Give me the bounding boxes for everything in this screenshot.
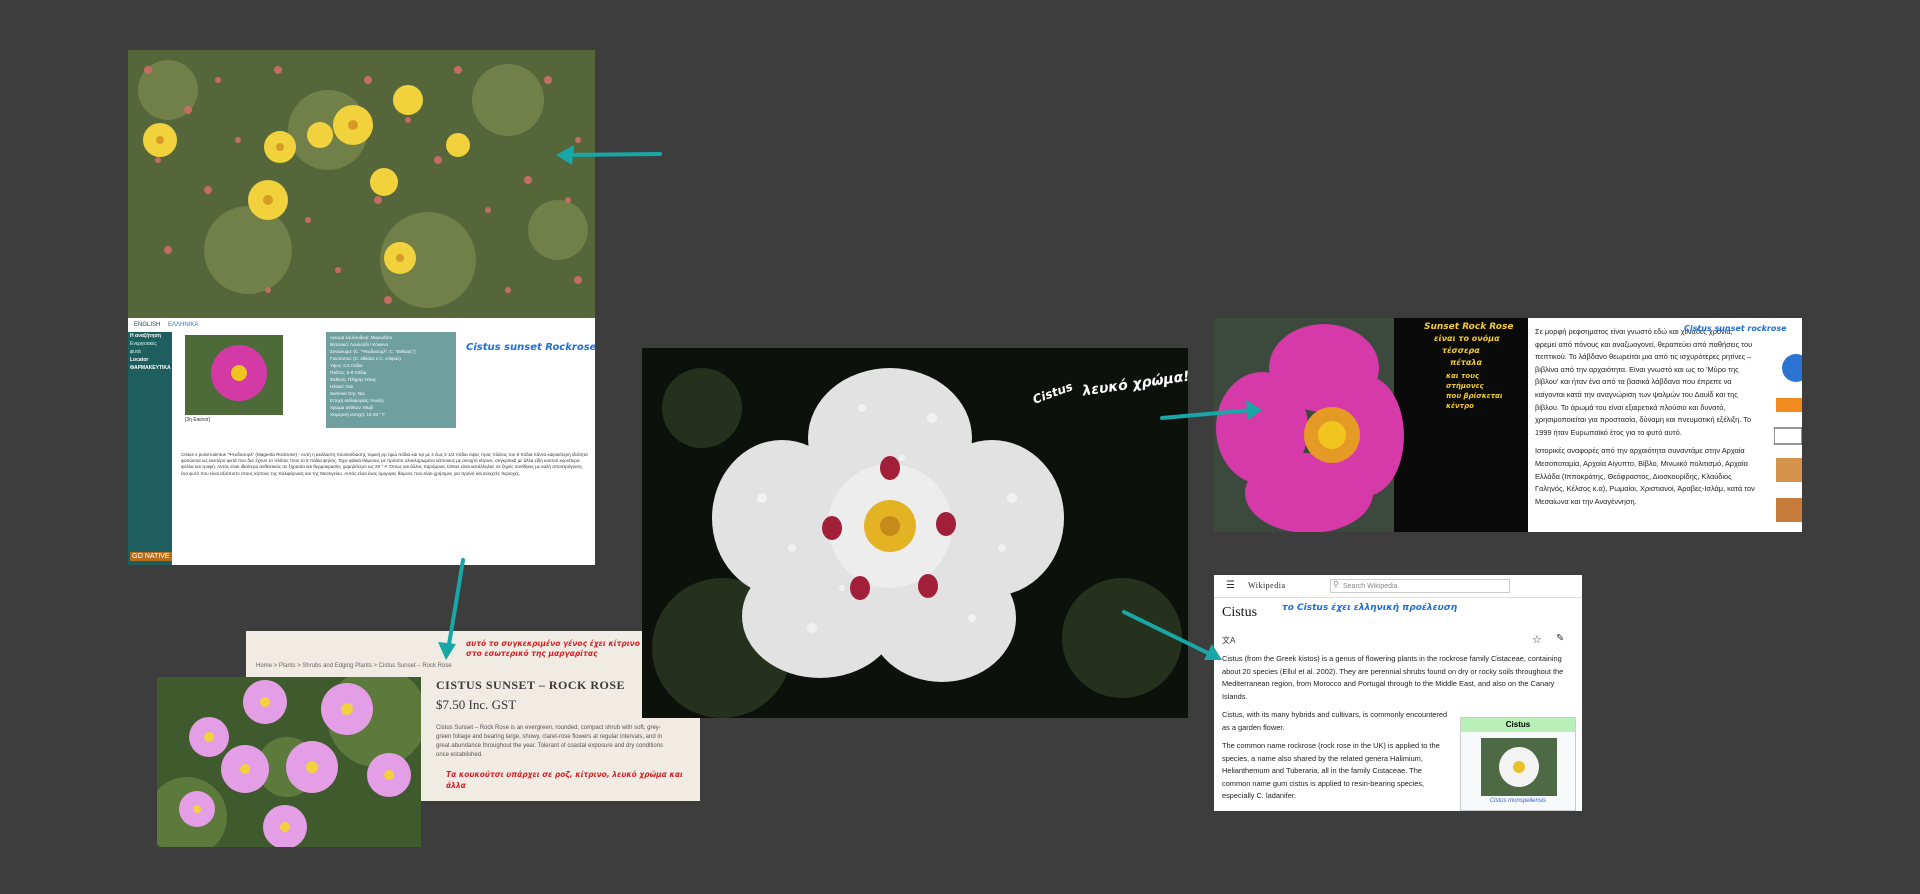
arrow-head [438, 642, 456, 660]
arrow-head [1246, 400, 1262, 420]
annotation-arrows [438, 145, 1262, 660]
arrow-head [556, 145, 574, 165]
arrow-to-panel1 [563, 152, 662, 157]
arrow-to-panel4 [1160, 408, 1254, 420]
arrow-to-panel2 [446, 558, 465, 652]
arrow-to-panel5 [1122, 610, 1216, 658]
